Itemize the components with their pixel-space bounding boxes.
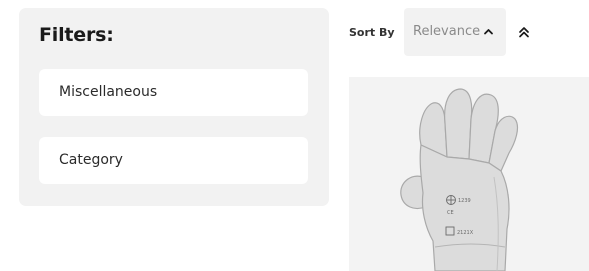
glove-marking-1239: 1239: [458, 198, 471, 204]
chevron-up-icon: [484, 29, 493, 35]
filter-miscellaneous[interactable]: Miscellaneous: [39, 69, 308, 116]
filters-title: Filters:: [39, 24, 114, 46]
product-card[interactable]: 1239 CE 2121X: [349, 77, 589, 271]
sort-by-label: Sort By: [349, 26, 395, 39]
glove-marking-ce: CE: [447, 210, 454, 216]
sort-select[interactable]: Relevance: [404, 8, 506, 56]
filter-category[interactable]: Category: [39, 137, 308, 184]
glove-marking-2121x: 2121X: [457, 230, 474, 236]
filter-category-label: Category: [59, 152, 123, 168]
double-chevron-up-icon[interactable]: [516, 24, 532, 40]
filter-miscellaneous-label: Miscellaneous: [59, 84, 158, 100]
filters-panel: Filters: Miscellaneous Category: [19, 8, 329, 206]
work-glove-image: 1239 CE 2121X: [400, 88, 519, 271]
page: Filters: Miscellaneous Category Sort By …: [0, 0, 589, 271]
sort-selected-value: Relevance: [413, 24, 481, 39]
